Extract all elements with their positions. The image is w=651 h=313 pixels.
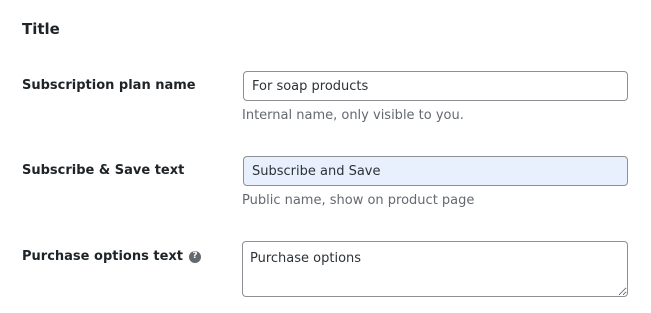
- section-title: Title: [22, 20, 60, 38]
- plan-name-hint: Internal name, only visible to you.: [242, 108, 464, 123]
- purchase-options-textarea[interactable]: Purchase options: [242, 241, 628, 297]
- subscribe-save-label-text: Subscribe & Save text: [22, 163, 185, 178]
- subscribe-save-input[interactable]: [243, 156, 628, 186]
- plan-name-input[interactable]: [243, 71, 628, 101]
- subscribe-save-label: Subscribe & Save text: [22, 163, 184, 178]
- subscribe-save-hint: Public name, show on product page: [242, 193, 475, 208]
- help-question-icon[interactable]: ?: [189, 250, 201, 263]
- plan-name-label-text: Subscription plan name: [22, 78, 196, 93]
- purchase-options-label-text: Purchase options text: [22, 249, 183, 264]
- subscription-title-settings: Title Subscription plan name Internal na…: [0, 0, 651, 313]
- purchase-options-label: Purchase options text ?: [22, 249, 201, 264]
- plan-name-label: Subscription plan name: [22, 78, 196, 93]
